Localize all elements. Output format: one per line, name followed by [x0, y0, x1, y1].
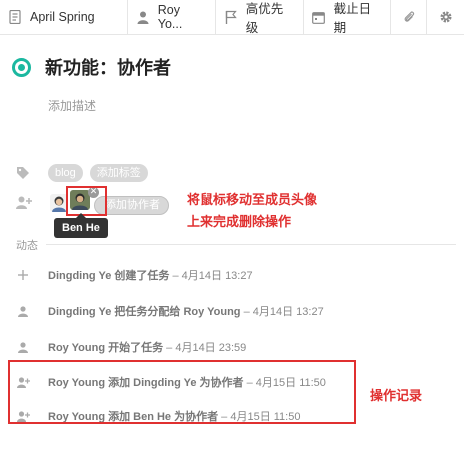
- add-tag-button[interactable]: 添加标签: [89, 164, 148, 182]
- gear-icon: [439, 10, 453, 24]
- annotation-highlight-box: [66, 186, 107, 216]
- annotation-note-delete: 将鼠标移动至成员头像上来完成删除操作: [187, 192, 318, 229]
- project-selector[interactable]: April Spring: [0, 0, 128, 34]
- tag-pill[interactable]: blog: [48, 164, 83, 182]
- priority-label: 高优先级: [245, 2, 284, 35]
- activity-item: Dingding Ye 把任务分配给 Roy Young – 4月14日 13:…: [16, 303, 324, 319]
- activity-time: – 4月14日 13:27: [172, 270, 253, 282]
- activity-time: – 4月14日 23:59: [166, 342, 247, 354]
- activity-item: Roy Young 开始了任务 – 4月14日 23:59: [16, 339, 246, 355]
- add-user-icon: [16, 196, 32, 210]
- description-field[interactable]: 添加描述: [48, 97, 96, 114]
- activity-text: Dingding Ye 把任务分配给 Roy Young: [48, 306, 241, 318]
- deadline-selector[interactable]: 截止日期: [304, 0, 391, 35]
- user-icon: [16, 305, 30, 317]
- activity-heading: 动态: [16, 240, 38, 252]
- attachment-button[interactable]: [391, 0, 427, 34]
- activity-item: Dingding Ye 创建了任务 – 4月14日 13:27: [16, 267, 253, 283]
- assignee-name: Roy Yo...: [157, 3, 183, 31]
- task-title[interactable]: 新功能：协作者: [45, 54, 171, 80]
- plus-icon: [16, 269, 30, 281]
- member-name-tooltip: Ben He: [54, 213, 108, 238]
- task-title-row: 新功能：协作者: [12, 54, 171, 80]
- project-name: April Spring: [30, 10, 95, 24]
- settings-button[interactable]: [427, 0, 464, 34]
- task-toolbar: April Spring Roy Yo... 高优先级 截止日期: [0, 0, 464, 35]
- activity-time: – 4月14日 13:27: [243, 306, 324, 318]
- annotation-note-log: 操作记录: [370, 388, 423, 403]
- document-icon: [8, 10, 22, 24]
- activity-text: Roy Young 开始了任务: [48, 342, 164, 354]
- activity-divider: [46, 244, 456, 245]
- user-icon: [16, 341, 30, 353]
- calendar-icon: [312, 10, 326, 24]
- assignee-selector[interactable]: Roy Yo...: [128, 0, 216, 34]
- flag-icon: [224, 10, 238, 24]
- user-icon: [136, 10, 150, 24]
- deadline-label: 截止日期: [333, 2, 372, 35]
- paperclip-icon: [402, 10, 416, 24]
- priority-selector[interactable]: 高优先级: [216, 0, 304, 35]
- task-status-checkbox[interactable]: [12, 57, 31, 77]
- annotation-highlight-box-log: [8, 360, 356, 424]
- activity-text: Dingding Ye 创建了任务: [48, 270, 170, 282]
- tag-icon: [16, 166, 30, 180]
- tags-row: blog 添加标签: [16, 164, 155, 182]
